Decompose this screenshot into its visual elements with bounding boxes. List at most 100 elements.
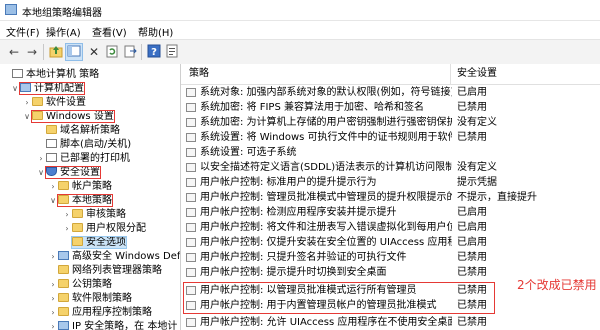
chevron-right-icon[interactable]: › bbox=[48, 306, 58, 320]
toolbar-separator bbox=[43, 44, 44, 60]
policy-setting: 已启用 bbox=[457, 222, 487, 233]
tree-item-label: 域名解析策略 bbox=[60, 125, 120, 136]
tree-item-audit-policy[interactable]: › 审核策略 bbox=[62, 208, 126, 222]
properties-icon[interactable] bbox=[164, 44, 180, 60]
menu-file[interactable]: 文件(F) bbox=[6, 24, 40, 39]
policy-name: 系统加密: 为计算机上存储的用户密钥强制进行强密钥保护 bbox=[200, 117, 452, 128]
tree-item-app-control[interactable]: › 应用程序控制策略 bbox=[48, 306, 152, 320]
policy-setting: 已禁用 bbox=[457, 317, 487, 328]
menu-help[interactable]: 帮助(H) bbox=[138, 24, 173, 39]
chevron-right-icon[interactable]: › bbox=[48, 250, 58, 264]
tree-item-label: IP 安全策略，在 本地计 bbox=[72, 321, 178, 330]
chevron-down-icon[interactable]: ∨ bbox=[10, 82, 20, 96]
delete-icon[interactable]: ✕ bbox=[86, 44, 102, 60]
folder-icon bbox=[32, 111, 43, 120]
tree-item-windows-settings[interactable]: ∨ Windows 设置 bbox=[22, 110, 115, 124]
column-header-setting[interactable]: 安全设置 bbox=[457, 64, 497, 84]
tree-item-user-rights[interactable]: › 用户权限分配 bbox=[62, 222, 146, 236]
policy-setting: 已禁用 bbox=[457, 102, 487, 113]
refresh-icon[interactable] bbox=[104, 44, 120, 60]
highlight-box bbox=[183, 282, 495, 314]
tree-item-software-restriction[interactable]: › 软件限制策略 bbox=[48, 292, 132, 306]
policy-name: 用户帐户控制: 只提升签名并验证的可执行文件 bbox=[200, 252, 407, 263]
tree-item-security-settings[interactable]: ∨ 安全设置 bbox=[36, 166, 101, 180]
tree-item-security-options[interactable]: 安全选项 bbox=[62, 236, 127, 250]
policy-item-icon bbox=[186, 163, 196, 172]
policy-name: 以安全描述符定义语言(SDDL)语法表示的计算机访问限制 bbox=[200, 162, 452, 173]
tree-item-label: 应用程序控制策略 bbox=[72, 307, 152, 318]
arrow-left-icon[interactable]: ← bbox=[6, 44, 22, 60]
policy-item-icon bbox=[186, 268, 196, 277]
menu-bar: 文件(F) 操作(A) 查看(V) 帮助(H) bbox=[0, 21, 600, 39]
column-separator[interactable] bbox=[450, 64, 451, 84]
chevron-right-icon[interactable]: › bbox=[62, 222, 72, 236]
tree-item-printers[interactable]: › 已部署的打印机 bbox=[36, 152, 130, 166]
policy-name: 系统设置: 可选子系统 bbox=[200, 147, 297, 158]
tree-item-software-settings[interactable]: › 软件设置 bbox=[22, 96, 86, 110]
policy-editor-icon bbox=[5, 4, 17, 15]
table-row[interactable]: 系统设置: 可选子系统 bbox=[181, 145, 600, 160]
table-row[interactable]: 用户帐户控制: 管理员批准模式中管理员的提升权限提示的... 不提示，直接提升 bbox=[181, 190, 600, 205]
chevron-right-icon[interactable]: › bbox=[62, 208, 72, 222]
policy-item-icon bbox=[186, 133, 196, 142]
policy-item-icon bbox=[186, 238, 196, 247]
table-row[interactable]: 用户帐户控制: 将文件和注册表写入错误虚拟化到每用户位置 已启用 bbox=[181, 220, 600, 235]
chevron-right-icon[interactable]: › bbox=[22, 96, 32, 110]
tree-item-account-policy[interactable]: › 帐户策略 bbox=[48, 180, 112, 194]
tree-item-label: 安全设置 bbox=[60, 167, 100, 178]
chevron-right-icon[interactable]: › bbox=[48, 292, 58, 306]
policy-setting: 已启用 bbox=[457, 237, 487, 248]
tree-item-ip-security[interactable]: › IP 安全策略，在 本地计 bbox=[48, 320, 177, 330]
folder-icon bbox=[58, 279, 69, 288]
toolbar: ← → ✕ ? bbox=[0, 39, 600, 65]
table-row[interactable]: 系统对象: 加强内部系统对象的默认权限(例如，符号链接) 已启用 bbox=[181, 85, 600, 100]
tree-item-local-computer-policy[interactable]: 本地计算机 策略 bbox=[2, 68, 99, 82]
policy-name: 系统对象: 加强内部系统对象的默认权限(例如，符号链接) bbox=[200, 87, 452, 98]
policy-setting: 已禁用 bbox=[457, 267, 487, 278]
tree-item-public-key[interactable]: › 公钥策略 bbox=[48, 278, 112, 292]
chevron-right-icon[interactable]: › bbox=[48, 278, 58, 292]
folder-icon bbox=[58, 181, 69, 190]
table-row[interactable]: 以安全描述符定义语言(SDDL)语法表示的计算机访问限制 没有定义 bbox=[181, 160, 600, 175]
table-row[interactable]: 用户帐户控制: 标准用户的提升提示行为 提示凭据 bbox=[181, 175, 600, 190]
policy-item-icon bbox=[186, 318, 196, 327]
arrow-right-icon[interactable]: → bbox=[24, 44, 40, 60]
tree-item-scripts[interactable]: 脚本(启动/关机) bbox=[36, 138, 131, 152]
tree-item-dns-policy[interactable]: 域名解析策略 bbox=[36, 124, 120, 138]
chevron-right-icon[interactable]: › bbox=[48, 320, 58, 330]
export-icon[interactable] bbox=[122, 44, 138, 60]
table-row[interactable]: 用户帐户控制: 检测应用程序安装并提示提升 已启用 bbox=[181, 205, 600, 220]
table-row[interactable]: 用户帐户控制: 仅提升安装在安全位置的 UIAccess 应用程序 已启用 bbox=[181, 235, 600, 250]
chevron-down-icon[interactable]: ∨ bbox=[48, 194, 58, 208]
tree-item-label: 计算机配置 bbox=[34, 83, 84, 94]
table-row[interactable]: 用户帐户控制: 允许 UIAccess 应用程序在不使用安全桌面的... 已禁用 bbox=[181, 315, 600, 330]
folder-icon bbox=[72, 223, 83, 232]
tree-item-label: Windows 设置 bbox=[46, 111, 114, 122]
folder-icon bbox=[58, 293, 69, 302]
tree-item-network-list[interactable]: 网络列表管理器策略 bbox=[48, 264, 162, 278]
chevron-right-icon[interactable]: › bbox=[48, 180, 58, 194]
chevron-right-icon[interactable]: › bbox=[36, 152, 46, 166]
column-header-policy[interactable]: 策略 bbox=[189, 64, 209, 84]
help-icon[interactable]: ? bbox=[146, 44, 162, 60]
menu-view[interactable]: 查看(V) bbox=[92, 24, 127, 39]
firewall-icon bbox=[58, 251, 69, 260]
policy-item-icon bbox=[186, 193, 196, 202]
table-row[interactable]: 用户帐户控制: 只提升签名并验证的可执行文件 已禁用 bbox=[181, 250, 600, 265]
table-row[interactable]: 系统设置: 将 Windows 可执行文件中的证书规则用于软件限... 已禁用 bbox=[181, 130, 600, 145]
console-tree-icon[interactable] bbox=[65, 43, 83, 61]
tree-item-label: 已部署的打印机 bbox=[60, 153, 130, 164]
policy-name: 用户帐户控制: 将文件和注册表写入错误虚拟化到每用户位置 bbox=[200, 222, 452, 233]
table-row[interactable]: 系统加密: 将 FIPS 兼容算法用于加密、哈希和签名 已禁用 bbox=[181, 100, 600, 115]
tree-item-defender-firewall[interactable]: › 高级安全 Windows Def bbox=[48, 250, 180, 264]
table-row[interactable]: 系统加密: 为计算机上存储的用户密钥强制进行强密钥保护 没有定义 bbox=[181, 115, 600, 130]
tree-item-local-policy[interactable]: ∨ 本地策略 bbox=[48, 194, 113, 208]
tree-item-computer-config[interactable]: ∨ 计算机配置 bbox=[10, 82, 85, 96]
chevron-down-icon[interactable]: ∨ bbox=[22, 110, 32, 124]
tree-item-label: 公钥策略 bbox=[72, 279, 112, 290]
policy-name: 用户帐户控制: 管理员批准模式中管理员的提升权限提示的... bbox=[200, 192, 452, 203]
tree-item-label: 帐户策略 bbox=[72, 181, 112, 192]
folder-up-icon[interactable] bbox=[48, 44, 64, 60]
chevron-down-icon[interactable]: ∨ bbox=[36, 166, 46, 180]
menu-action[interactable]: 操作(A) bbox=[46, 24, 81, 39]
